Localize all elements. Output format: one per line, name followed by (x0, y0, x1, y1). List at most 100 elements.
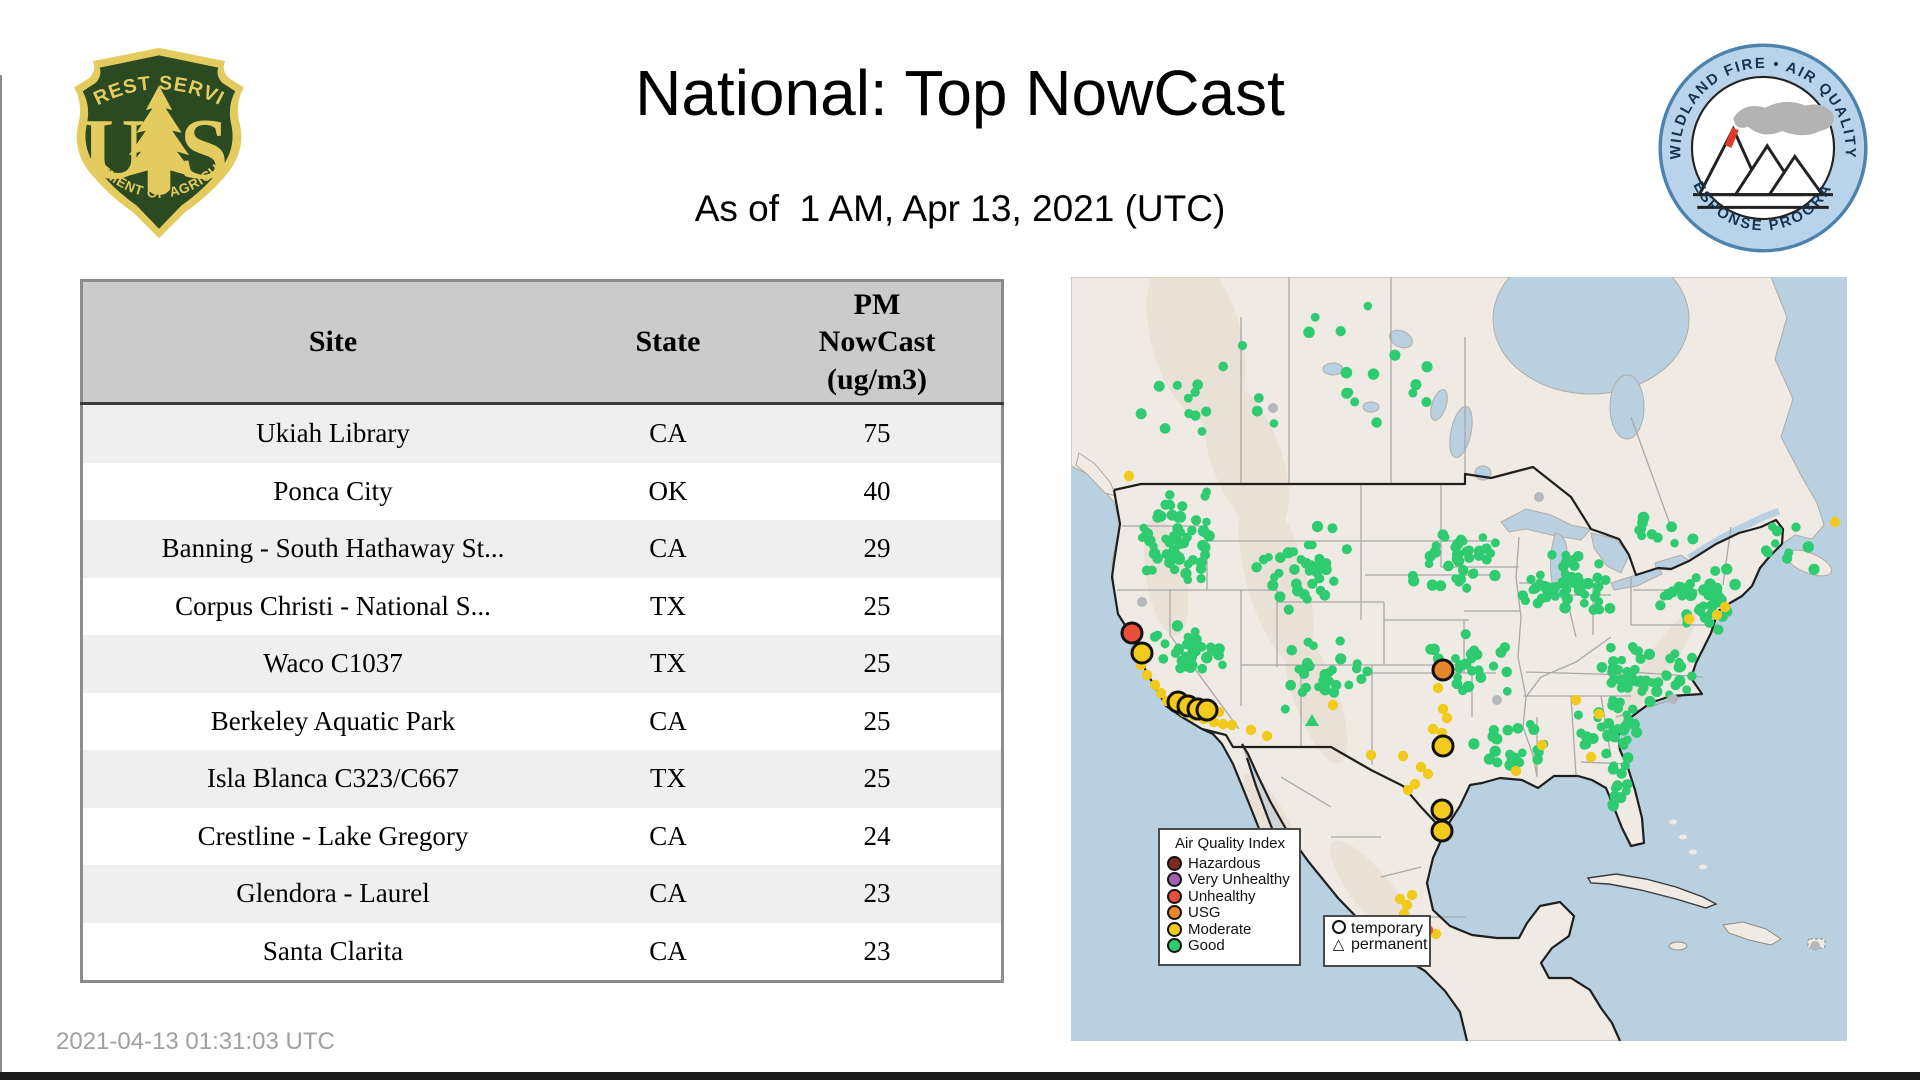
value-cell: 23 (863, 935, 891, 966)
table-body: Ukiah Library CA 75 Ponca City OK 40 Banning -… (81, 403, 1003, 982)
good-monitor-dot (1612, 703, 1624, 714)
good-monitor-dot (1253, 393, 1264, 403)
moderate-monitor-dot (1570, 694, 1582, 706)
aqi-color-dot-icon (1167, 921, 1182, 937)
good-monitor-dot (1607, 800, 1619, 812)
state-cell: CA (649, 418, 687, 449)
moderate-monitor-dot (1261, 730, 1273, 742)
good-monitor-dot (1528, 723, 1540, 735)
good-monitor-dot (1307, 540, 1317, 550)
good-monitor-dot (1335, 653, 1347, 665)
good-monitor-dot (1344, 680, 1354, 690)
wfaqrp-seal-icon: WILDLAND FIRE • AIR QUALITY RESPONSE PRO… (1650, 30, 1868, 253)
good-monitor-dot (1666, 521, 1678, 533)
good-monitor-dot (1661, 670, 1671, 680)
good-monitor-dot (1594, 597, 1604, 607)
moderate-monitor-dot (1510, 765, 1522, 777)
good-monitor-dot (1341, 387, 1353, 399)
good-monitor-dot (1623, 735, 1632, 745)
good-monitor-dot (1172, 647, 1182, 657)
good-monitor-dot (1180, 651, 1190, 661)
moderate-monitor-dot (1402, 784, 1414, 796)
site-cell: Isla Blanca C323/C667 (207, 763, 459, 794)
good-monitor-dot (1320, 564, 1332, 576)
moderate-monitor-dot (1593, 708, 1605, 720)
good-monitor-dot (1285, 679, 1296, 691)
good-monitor-dot (1655, 600, 1666, 611)
moderate-monitor-dot (1437, 703, 1449, 715)
value-cell: 24 (863, 820, 891, 851)
good-monitor-dot (1153, 380, 1165, 392)
good-monitor-dot (1594, 559, 1604, 569)
aqi-legend: Air Quality Index Hazardous Very Unhealth… (1158, 828, 1301, 966)
good-monitor-dot (1565, 571, 1578, 584)
aqi-legend-item: Unhealthy (1167, 888, 1293, 905)
good-monitor-dot (1179, 660, 1191, 672)
good-monitor-dot (1529, 583, 1541, 594)
moderate-monitor-dot (1327, 699, 1339, 711)
good-monitor-dot (1547, 550, 1557, 560)
aqi-legend-item: USG (1167, 904, 1293, 921)
generation-timestamp: 2021-04-13 01:31:03 UTC (56, 1028, 335, 1055)
good-monitor-dot (1431, 541, 1441, 551)
good-monitor-dot (1294, 664, 1304, 674)
aqi-legend-item: Very Unhealthy (1167, 871, 1293, 888)
good-monitor-dot (1251, 562, 1262, 573)
good-monitor-dot (1171, 620, 1184, 632)
good-monitor-dot (1673, 661, 1685, 673)
good-monitor-dot (1197, 426, 1207, 436)
good-monitor-dot (1630, 645, 1640, 655)
good-monitor-dot (1195, 557, 1207, 568)
moderate-monitor-dot (1432, 682, 1444, 694)
good-monitor-dot (1582, 577, 1594, 590)
good-monitor-dot (1282, 547, 1295, 559)
good-monitor-dot (1181, 639, 1192, 650)
good-monitor-dot (1542, 592, 1552, 603)
good-monitor-dot (1644, 695, 1656, 708)
good-monitor-dot (1596, 661, 1608, 673)
good-monitor-dot (1367, 368, 1380, 380)
value-cell: 25 (863, 648, 891, 679)
good-monitor-dot (1605, 642, 1616, 653)
good-monitor-dot (1350, 397, 1360, 407)
state-cell: TX (650, 590, 686, 621)
moderate-monitor-dot (1536, 739, 1548, 751)
good-monitor-dot (1622, 752, 1634, 764)
good-monitor-dot (1329, 576, 1339, 586)
good-monitor-dot (1159, 423, 1171, 434)
inactive-monitor-dot (1668, 694, 1678, 704)
good-monitor-dot (1200, 491, 1210, 501)
good-monitor-dot (1561, 593, 1573, 605)
column-header-pm-nowcast: PM NowCast (ug/m3) (753, 280, 1003, 404)
good-monitor-dot (1421, 396, 1432, 408)
table-row: Corpus Christi - National S... TX 25 (81, 577, 1003, 635)
moderate-monitor-dot (1829, 516, 1841, 528)
good-monitor-dot (1579, 598, 1589, 608)
aqi-color-dot-icon (1167, 888, 1182, 904)
table-row: Isla Blanca C323/C667 TX 25 (81, 750, 1003, 808)
good-monitor-dot (1691, 573, 1701, 583)
good-monitor-dot (1170, 532, 1182, 545)
good-monitor-dot (1251, 405, 1263, 417)
good-monitor-dot (1160, 639, 1170, 649)
table-row: Santa Clarita CA 23 (81, 922, 1003, 982)
moderate-monitor-dot (1123, 470, 1135, 482)
good-monitor-dot (1280, 704, 1290, 714)
good-monitor-dot (1770, 539, 1780, 548)
good-monitor-dot (1526, 574, 1536, 585)
moderate-monitor-dot (1365, 749, 1377, 761)
aqi-legend-item: Moderate (1167, 921, 1293, 938)
good-monitor-dot (1729, 578, 1741, 591)
good-monitor-dot (1670, 539, 1679, 548)
value-cell: 75 (863, 418, 891, 449)
table-row: Ukiah Library CA 75 (81, 403, 1003, 463)
good-monitor-dot (1606, 677, 1617, 688)
good-monitor-dot (1453, 673, 1463, 682)
good-monitor-dot (1328, 687, 1340, 698)
good-monitor-dot (1665, 653, 1676, 664)
good-monitor-dot (1289, 564, 1300, 575)
temporary-monitor-marker (1195, 698, 1219, 722)
good-monitor-dot (1190, 627, 1200, 637)
air-quality-map: Air Quality Index Hazardous Very Unhealth… (1071, 277, 1847, 1041)
good-monitor-dot (1808, 563, 1820, 575)
